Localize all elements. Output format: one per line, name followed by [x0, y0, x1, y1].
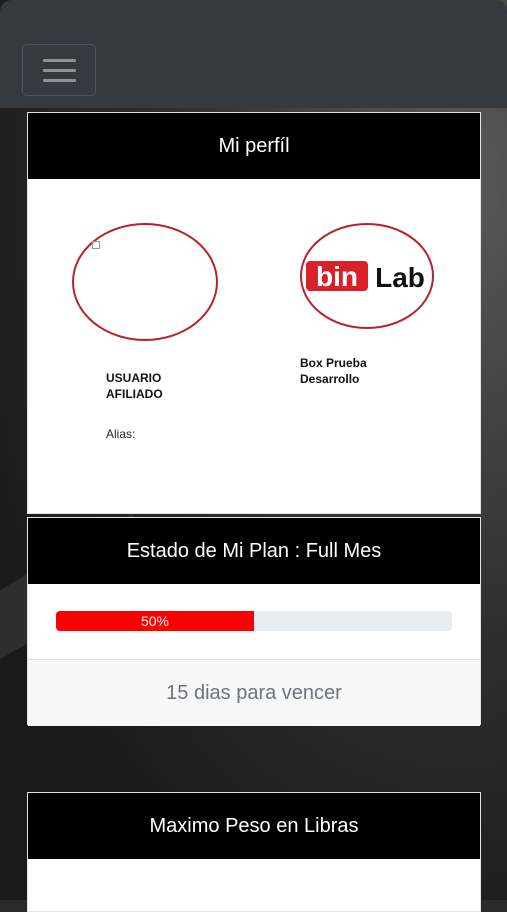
days-left-text: 15 dias para vencer — [28, 659, 480, 726]
max-weight-card: Maximo Peso en Libras — [27, 792, 481, 912]
user-name: USUARIO AFILIADO — [106, 370, 163, 402]
svg-text:bin: bin — [316, 261, 358, 292]
profile-card: Mi perfíl bin Lab USUARIO AFILIADO Alias… — [27, 112, 481, 514]
broken-image-icon — [92, 241, 100, 249]
box-name-line1: Box Prueba — [300, 356, 367, 370]
user-name-line1: USUARIO — [106, 371, 162, 385]
profile-card-title: Mi perfíl — [28, 113, 480, 179]
navbar — [0, 0, 507, 108]
plan-card: Estado de Mi Plan : Full Mes 50% 15 dias… — [27, 517, 481, 726]
user-name-line2: AFILIADO — [106, 387, 163, 401]
plan-progress-fill: 50% — [56, 611, 254, 631]
hamburger-icon — [43, 59, 76, 62]
box-avatar: bin Lab — [300, 223, 434, 329]
plan-progress-bar: 50% — [56, 611, 452, 631]
max-weight-card-title: Maximo Peso en Libras — [28, 793, 480, 859]
alias-label: Alias: — [106, 427, 136, 441]
plan-card-title: Estado de Mi Plan : Full Mes — [28, 518, 480, 584]
user-avatar — [72, 223, 218, 341]
hamburger-icon-bar — [43, 69, 76, 72]
binlab-logo: bin Lab — [306, 261, 425, 293]
hamburger-icon-bar — [43, 79, 76, 82]
hamburger-menu-button[interactable] — [22, 44, 96, 96]
box-name: Box Prueba Desarrollo — [300, 355, 367, 387]
svg-text:Lab: Lab — [375, 262, 425, 293]
box-name-line2: Desarrollo — [300, 372, 360, 386]
